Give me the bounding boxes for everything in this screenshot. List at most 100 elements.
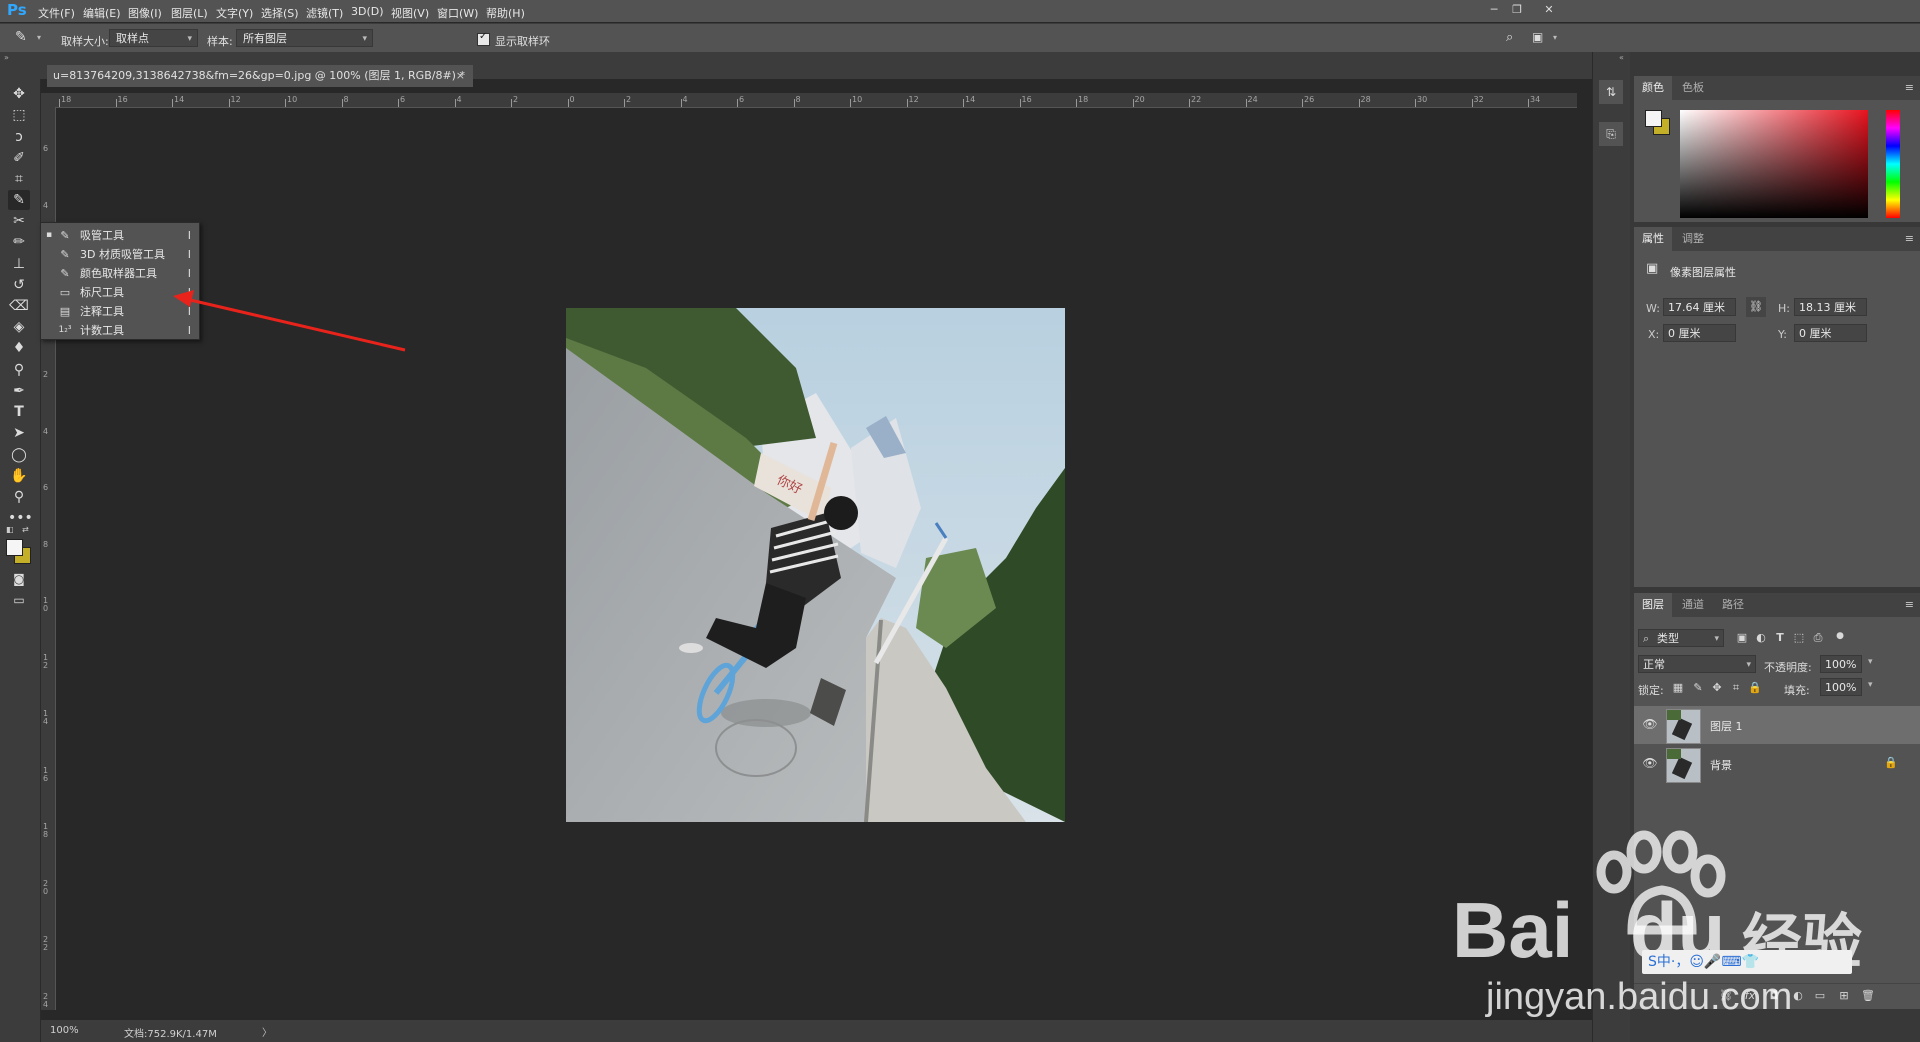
status-menu-arrow-icon[interactable]: 〉 (262, 1024, 272, 1039)
width-field[interactable]: 17.64 厘米 (1663, 298, 1736, 316)
lock-image-icon[interactable]: ✎ (1690, 680, 1706, 696)
ime-toolbar[interactable]: S中·，☺🎤⌨👕 (1642, 950, 1852, 974)
quick-select-tool-icon[interactable]: ✐ (8, 148, 30, 168)
path-select-icon[interactable]: ➤ (8, 423, 30, 443)
workspace-icon[interactable]: ▣ (1532, 30, 1543, 44)
x-field[interactable]: 0 厘米 (1663, 324, 1736, 342)
panel-menu-icon[interactable]: ≡ (1905, 598, 1914, 611)
stamp-tool-icon[interactable]: ⊥ (8, 254, 30, 274)
sample-dropdown[interactable]: 所有图层 ▾ (236, 29, 373, 47)
blend-mode-dropdown[interactable]: 正常 ▾ (1638, 655, 1756, 673)
visibility-eye-icon[interactable]: 👁 (1642, 756, 1658, 770)
filter-type-icon[interactable]: T (1772, 630, 1788, 646)
history-brush-icon[interactable]: ↺ (8, 275, 30, 295)
menu-filter[interactable]: 滤镜(T) (306, 5, 343, 21)
layer-name[interactable]: 图层 1 (1710, 718, 1743, 734)
lock-all-icon[interactable]: 🔒 (1747, 680, 1763, 696)
sample-size-dropdown[interactable]: 取样点 ▾ (109, 29, 198, 47)
marquee-tool-icon[interactable]: ⬚ (8, 105, 30, 125)
layer-filter-dropdown[interactable]: ⌕ 类型 ▾ (1638, 629, 1724, 647)
zoom-level[interactable]: 100% (50, 1025, 79, 1036)
layer-name[interactable]: 背景 (1710, 757, 1732, 773)
menu-image[interactable]: 图像(I) (128, 5, 162, 21)
collapse-icon[interactable]: « (1619, 53, 1624, 62)
chevron-down-icon[interactable]: ▾ (1868, 680, 1873, 690)
menu-view[interactable]: 视图(V) (391, 5, 429, 21)
eyedropper-tool-icon[interactable]: ✎ (8, 190, 30, 210)
minimize-icon[interactable]: ─ (1486, 3, 1502, 17)
lasso-tool-icon[interactable]: ↄ (8, 127, 30, 147)
foreground-color-swatch[interactable] (6, 539, 23, 556)
document-tab[interactable]: u=813764209,3138642738&fm=26&gp=0.jpg @ … (47, 65, 473, 87)
flyout-item-3d-material-eyedropper[interactable]: ✎ 3D 材质吸管工具 I (41, 245, 199, 264)
height-field[interactable]: 18.13 厘米 (1794, 298, 1867, 316)
brush-tool-icon[interactable]: ✏ (8, 232, 30, 252)
color-field[interactable] (1680, 110, 1868, 218)
panel-menu-icon[interactable]: ≡ (1905, 232, 1914, 245)
show-ring-checkbox[interactable]: ✓ (477, 31, 490, 46)
close-document-icon[interactable]: × (456, 65, 465, 87)
collapse-icon[interactable]: » (4, 53, 9, 62)
filter-shape-icon[interactable]: ⬚ (1791, 630, 1807, 646)
menu-3d[interactable]: 3D(D) (351, 5, 384, 18)
eraser-tool-icon[interactable]: ⌫ (8, 296, 30, 316)
link-icon[interactable]: ⛓ (1746, 297, 1766, 317)
menu-layer[interactable]: 图层(L) (171, 5, 208, 21)
tab-channels[interactable]: 通道 (1674, 593, 1712, 617)
opacity-field[interactable]: 100% (1820, 655, 1862, 673)
menu-help[interactable]: 帮助(H) (486, 5, 525, 21)
flyout-item-eyedropper[interactable]: ▪ ✎ 吸管工具 I (41, 226, 199, 245)
hand-tool-icon[interactable]: ✋ (8, 466, 30, 486)
dodge-tool-icon[interactable]: ⚲ (8, 360, 30, 380)
chevron-down-icon[interactable]: ▾ (1868, 657, 1873, 667)
pen-tool-icon[interactable]: ✒ (8, 381, 30, 401)
menu-type[interactable]: 文字(Y) (216, 5, 253, 21)
type-tool-icon[interactable]: T (8, 402, 30, 422)
tab-color[interactable]: 颜色 (1634, 76, 1672, 100)
history-panel-icon[interactable]: ⇅ (1599, 80, 1623, 104)
filter-smart-object-icon[interactable]: ⎙ (1810, 630, 1826, 646)
crop-tool-icon[interactable]: ⌗ (8, 169, 30, 189)
lock-artboard-icon[interactable]: ⌗ (1728, 680, 1744, 696)
zoom-tool-icon[interactable]: ⚲ (8, 487, 30, 507)
tab-paths[interactable]: 路径 (1714, 593, 1752, 617)
color-panel-fg-swatch[interactable] (1645, 110, 1662, 127)
menu-select[interactable]: 选择(S) (261, 5, 299, 21)
layer-row[interactable]: 👁 图层 1 (1634, 706, 1920, 744)
filter-pixel-icon[interactable]: ▣ (1734, 630, 1750, 646)
blur-tool-icon[interactable]: ♦ (8, 338, 30, 358)
default-colors-icon[interactable]: ◧ (6, 525, 14, 534)
layer-row[interactable]: 👁 背景 🔒 (1634, 745, 1920, 783)
y-field[interactable]: 0 厘米 (1794, 324, 1867, 342)
quick-mask-icon[interactable]: ◙ (8, 569, 30, 589)
tab-adjustments[interactable]: 调整 (1674, 227, 1712, 251)
menu-edit[interactable]: 编辑(E) (83, 5, 121, 21)
fill-field[interactable]: 100% (1820, 678, 1862, 696)
swap-colors-icon[interactable]: ⇄ (22, 525, 29, 534)
healing-tool-icon[interactable]: ✂ (8, 211, 30, 231)
chevron-down-icon[interactable]: ▾ (1553, 33, 1557, 42)
menu-file[interactable]: 文件(F) (38, 5, 75, 21)
menu-window[interactable]: 窗口(W) (437, 5, 478, 21)
tab-properties[interactable]: 属性 (1634, 227, 1672, 251)
lock-position-icon[interactable]: ✥ (1709, 680, 1725, 696)
tab-swatches[interactable]: 色板 (1674, 76, 1712, 100)
document-image[interactable]: 你好 (566, 308, 1065, 822)
eyedropper-preset-icon[interactable]: ✎ (15, 29, 35, 47)
tab-layers[interactable]: 图层 (1634, 593, 1672, 617)
filter-adjustment-icon[interactable]: ◐ (1753, 630, 1769, 646)
filter-toggle-icon[interactable]: ● (1832, 628, 1848, 644)
screen-mode-icon[interactable]: ▭ (8, 590, 30, 610)
close-window-icon[interactable]: ✕ (1541, 3, 1557, 17)
paint-bucket-icon[interactable]: ◈ (8, 317, 30, 337)
search-icon[interactable]: ⌕ (1506, 30, 1513, 45)
chevron-down-icon[interactable]: ▾ (37, 33, 41, 42)
hue-slider[interactable] (1886, 110, 1900, 218)
visibility-eye-icon[interactable]: 👁 (1642, 717, 1658, 731)
ellipse-tool-icon[interactable]: ◯ (8, 445, 30, 465)
restore-icon[interactable]: ❐ (1509, 3, 1525, 17)
move-tool-icon[interactable]: ✥ (8, 84, 30, 104)
panel-menu-icon[interactable]: ≡ (1905, 81, 1914, 94)
lock-transparent-icon[interactable]: ▦ (1670, 680, 1686, 696)
clone-source-icon[interactable]: ⎘ (1599, 122, 1623, 146)
